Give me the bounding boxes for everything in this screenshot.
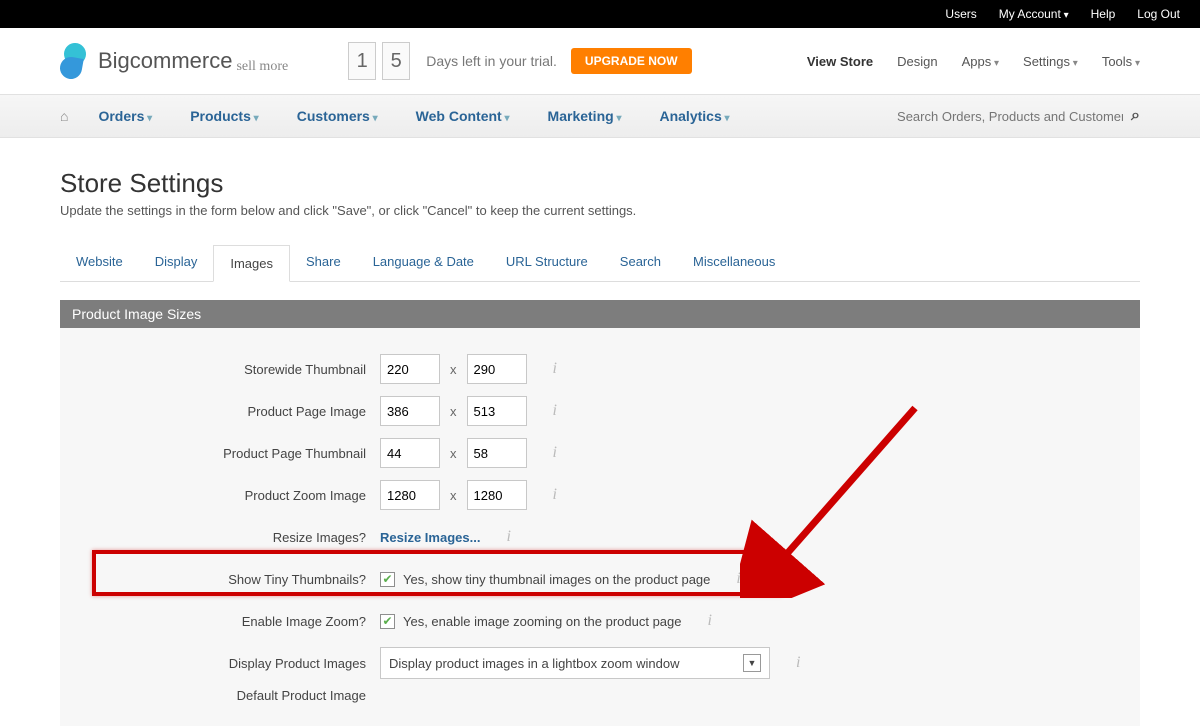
info-icon[interactable]: i xyxy=(708,612,712,630)
view-store-link[interactable]: View Store xyxy=(807,54,873,69)
display-product-images-value: Display product images in a lightbox zoo… xyxy=(389,656,679,671)
logo-tagline: sell more xyxy=(236,59,288,75)
product-page-image-label: Product Page Image xyxy=(60,404,380,419)
logo-icon xyxy=(60,43,88,79)
nav-products[interactable]: Products xyxy=(190,108,259,124)
show-tiny-thumbnails-label: Show Tiny Thumbnails? xyxy=(60,572,380,587)
topbar-my-account[interactable]: My Account xyxy=(999,7,1069,21)
storewide-thumbnail-width[interactable] xyxy=(380,354,440,384)
topbar-help[interactable]: Help xyxy=(1091,7,1116,21)
enable-image-zoom-label: Enable Image Zoom? xyxy=(60,614,380,629)
info-icon[interactable]: i xyxy=(796,654,800,672)
home-icon[interactable]: ⌂ xyxy=(60,108,68,124)
chevron-down-icon: ▼ xyxy=(743,654,761,672)
topbar-users[interactable]: Users xyxy=(945,7,976,21)
product-page-image-width[interactable] xyxy=(380,396,440,426)
tab-search[interactable]: Search xyxy=(604,244,677,281)
panel-heading: Product Image Sizes xyxy=(60,300,1140,328)
nav-marketing[interactable]: Marketing xyxy=(548,108,622,124)
trial-digit-1: 1 xyxy=(348,42,376,80)
trial-digit-2: 5 xyxy=(382,42,410,80)
topbar-logout[interactable]: Log Out xyxy=(1137,7,1180,21)
storewide-thumbnail-label: Storewide Thumbnail xyxy=(60,362,380,377)
apps-menu[interactable]: Apps xyxy=(962,54,999,69)
storewide-thumbnail-height[interactable] xyxy=(467,354,527,384)
nav-customers[interactable]: Customers xyxy=(297,108,378,124)
upgrade-now-button[interactable]: UPGRADE NOW xyxy=(571,48,692,74)
tab-images[interactable]: Images xyxy=(213,245,290,282)
logo-text: Bigcommerce xyxy=(98,48,232,74)
dimension-separator: x xyxy=(450,446,457,461)
default-product-image-label: Default Product Image xyxy=(60,688,380,703)
dimension-separator: x xyxy=(450,362,457,377)
trial-days-text: Days left in your trial. xyxy=(426,53,557,69)
tab-website[interactable]: Website xyxy=(60,244,139,281)
resize-images-link[interactable]: Resize Images... xyxy=(380,530,480,545)
page-title: Store Settings xyxy=(60,168,1140,199)
product-page-thumbnail-height[interactable] xyxy=(467,438,527,468)
product-page-thumbnail-width[interactable] xyxy=(380,438,440,468)
show-tiny-thumbnails-text: Yes, show tiny thumbnail images on the p… xyxy=(403,572,710,587)
tools-menu[interactable]: Tools xyxy=(1102,54,1140,69)
settings-menu[interactable]: Settings xyxy=(1023,54,1078,69)
nav-web-content[interactable]: Web Content xyxy=(416,108,510,124)
dimension-separator: x xyxy=(450,404,457,419)
enable-image-zoom-text: Yes, enable image zooming on the product… xyxy=(403,614,682,629)
display-product-images-select[interactable]: Display product images in a lightbox zoo… xyxy=(380,647,770,679)
nav-orders[interactable]: Orders xyxy=(98,108,152,124)
design-link[interactable]: Design xyxy=(897,54,937,69)
display-product-images-label: Display Product Images xyxy=(60,656,380,671)
tab-url-structure[interactable]: URL Structure xyxy=(490,244,604,281)
resize-images-label: Resize Images? xyxy=(60,530,380,545)
info-icon[interactable]: i xyxy=(553,486,557,504)
show-tiny-thumbnails-checkbox[interactable]: ✔ xyxy=(380,572,395,587)
tab-language-date[interactable]: Language & Date xyxy=(357,244,490,281)
product-zoom-image-label: Product Zoom Image xyxy=(60,488,380,503)
info-icon[interactable]: i xyxy=(553,360,557,378)
product-zoom-width[interactable] xyxy=(380,480,440,510)
tab-display[interactable]: Display xyxy=(139,244,214,281)
search-input[interactable] xyxy=(895,108,1125,125)
info-icon[interactable]: i xyxy=(736,570,740,588)
enable-image-zoom-checkbox[interactable]: ✔ xyxy=(380,614,395,629)
info-icon[interactable]: i xyxy=(553,402,557,420)
product-page-image-height[interactable] xyxy=(467,396,527,426)
dimension-separator: x xyxy=(450,488,457,503)
info-icon[interactable]: i xyxy=(506,528,510,546)
page-subtitle: Update the settings in the form below an… xyxy=(60,203,1140,218)
tab-share[interactable]: Share xyxy=(290,244,357,281)
info-icon[interactable]: i xyxy=(553,444,557,462)
search-icon[interactable]: ⌕ xyxy=(1131,107,1140,125)
product-page-thumbnail-label: Product Page Thumbnail xyxy=(60,446,380,461)
tab-miscellaneous[interactable]: Miscellaneous xyxy=(677,244,791,281)
nav-analytics[interactable]: Analytics xyxy=(659,108,729,124)
product-zoom-height[interactable] xyxy=(467,480,527,510)
